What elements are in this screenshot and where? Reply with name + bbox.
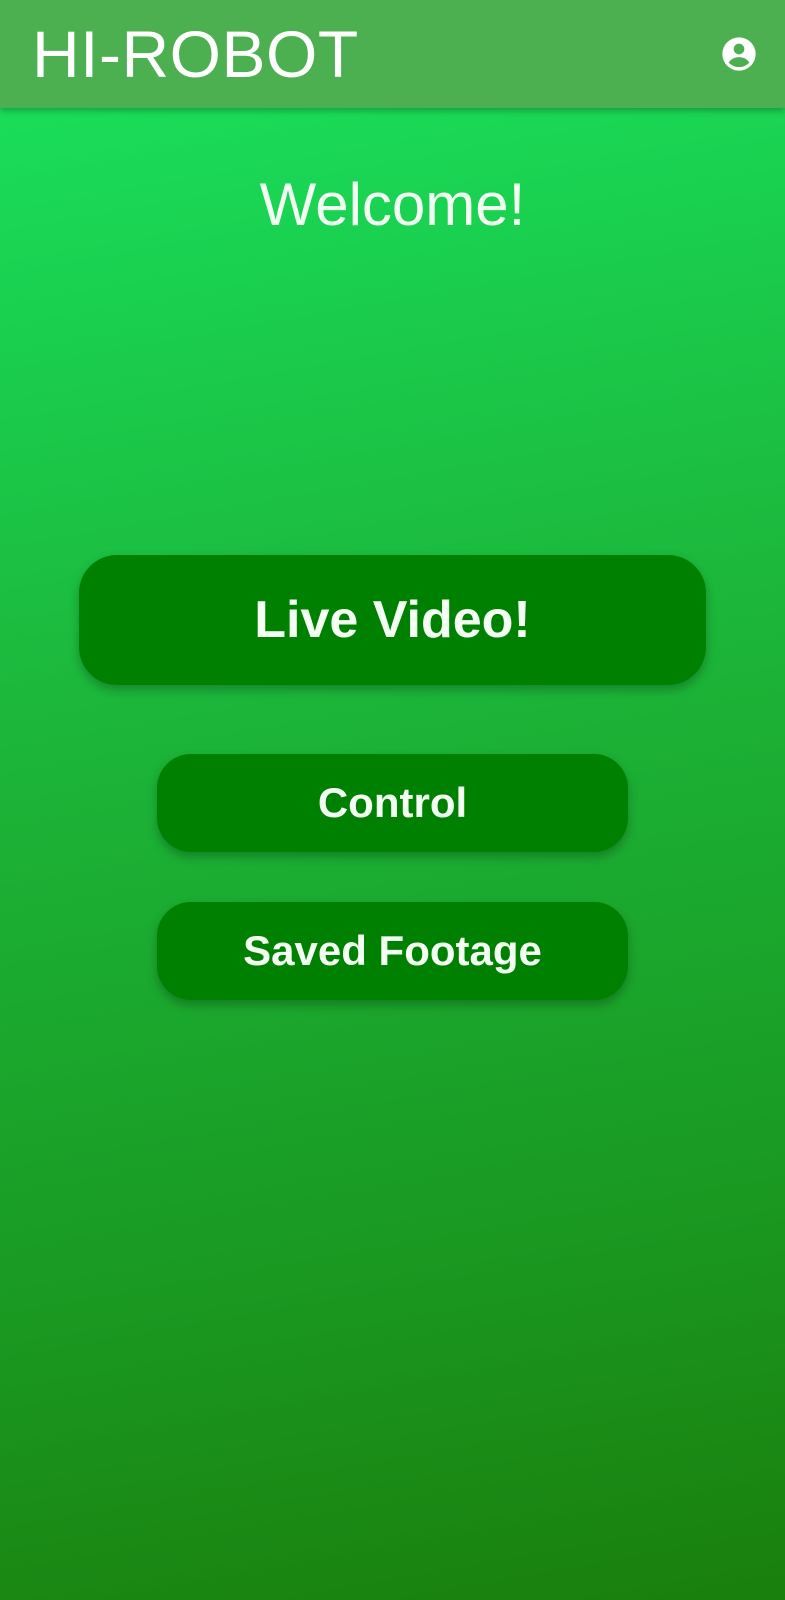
app-bar: HI-ROBOT (0, 0, 785, 108)
welcome-heading: Welcome! (259, 171, 526, 238)
control-button[interactable]: Control (157, 754, 628, 852)
account-button[interactable] (719, 34, 759, 74)
live-video-label: Live Video! (254, 591, 531, 649)
control-label: Control (317, 779, 468, 826)
saved-footage-button[interactable]: Saved Footage (157, 902, 628, 1000)
saved-footage-label: Saved Footage (243, 927, 542, 974)
live-video-button[interactable]: Live Video! (79, 555, 706, 685)
account-circle-icon (722, 37, 756, 71)
app-title: HI-ROBOT (32, 17, 359, 91)
